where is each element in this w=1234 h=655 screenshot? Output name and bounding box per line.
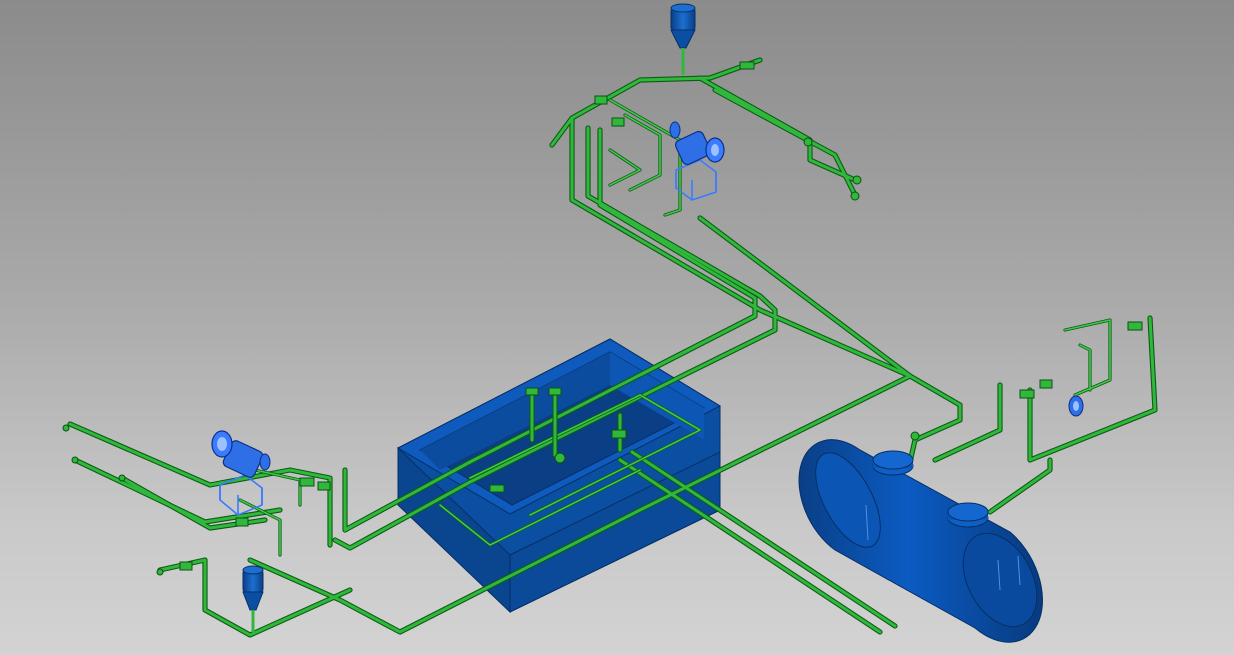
piping-scene[interactable] [0, 0, 1234, 655]
hopper-cap [670, 3, 696, 13]
valve-icon[interactable] [62, 424, 70, 432]
valve-icon[interactable] [1019, 389, 1035, 399]
valve-icon[interactable] [910, 431, 920, 441]
silo-hopper-icon[interactable] [670, 3, 696, 75]
valve-icon[interactable] [525, 387, 539, 396]
valve-icon[interactable] [611, 117, 625, 127]
valve-icon[interactable] [118, 474, 126, 482]
3d-piping-viewport[interactable] [0, 0, 1234, 655]
valve-icon[interactable] [803, 137, 813, 147]
valve-icon[interactable] [850, 191, 860, 201]
valve-icon[interactable] [1039, 379, 1053, 389]
valve-icon[interactable] [299, 477, 315, 487]
valve-icon[interactable] [594, 95, 608, 105]
valve-icon[interactable] [852, 175, 862, 185]
hopper-cap [242, 565, 264, 575]
silo-hopper-icon[interactable] [242, 565, 264, 632]
valve-icon[interactable] [611, 429, 627, 439]
hopper-cone [670, 29, 696, 49]
valve-icon[interactable] [739, 61, 755, 70]
valve-icon[interactable] [179, 561, 193, 571]
centrifugal-pump-icon[interactable] [1068, 395, 1084, 417]
valve-icon[interactable] [317, 481, 331, 491]
valve-icon[interactable] [71, 456, 79, 464]
pump-skid [675, 159, 717, 201]
horizontal-tank-icon[interactable] [798, 439, 1052, 643]
valve-icon[interactable] [548, 387, 562, 396]
valve-icon[interactable] [1127, 321, 1143, 331]
valve-icon[interactable] [235, 517, 249, 527]
valve-icon[interactable] [489, 484, 505, 493]
valve-icon[interactable] [554, 452, 566, 464]
centrifugal-pump-icon[interactable] [669, 121, 725, 201]
valve-icon[interactable] [156, 568, 164, 576]
hopper-cone [242, 591, 264, 611]
